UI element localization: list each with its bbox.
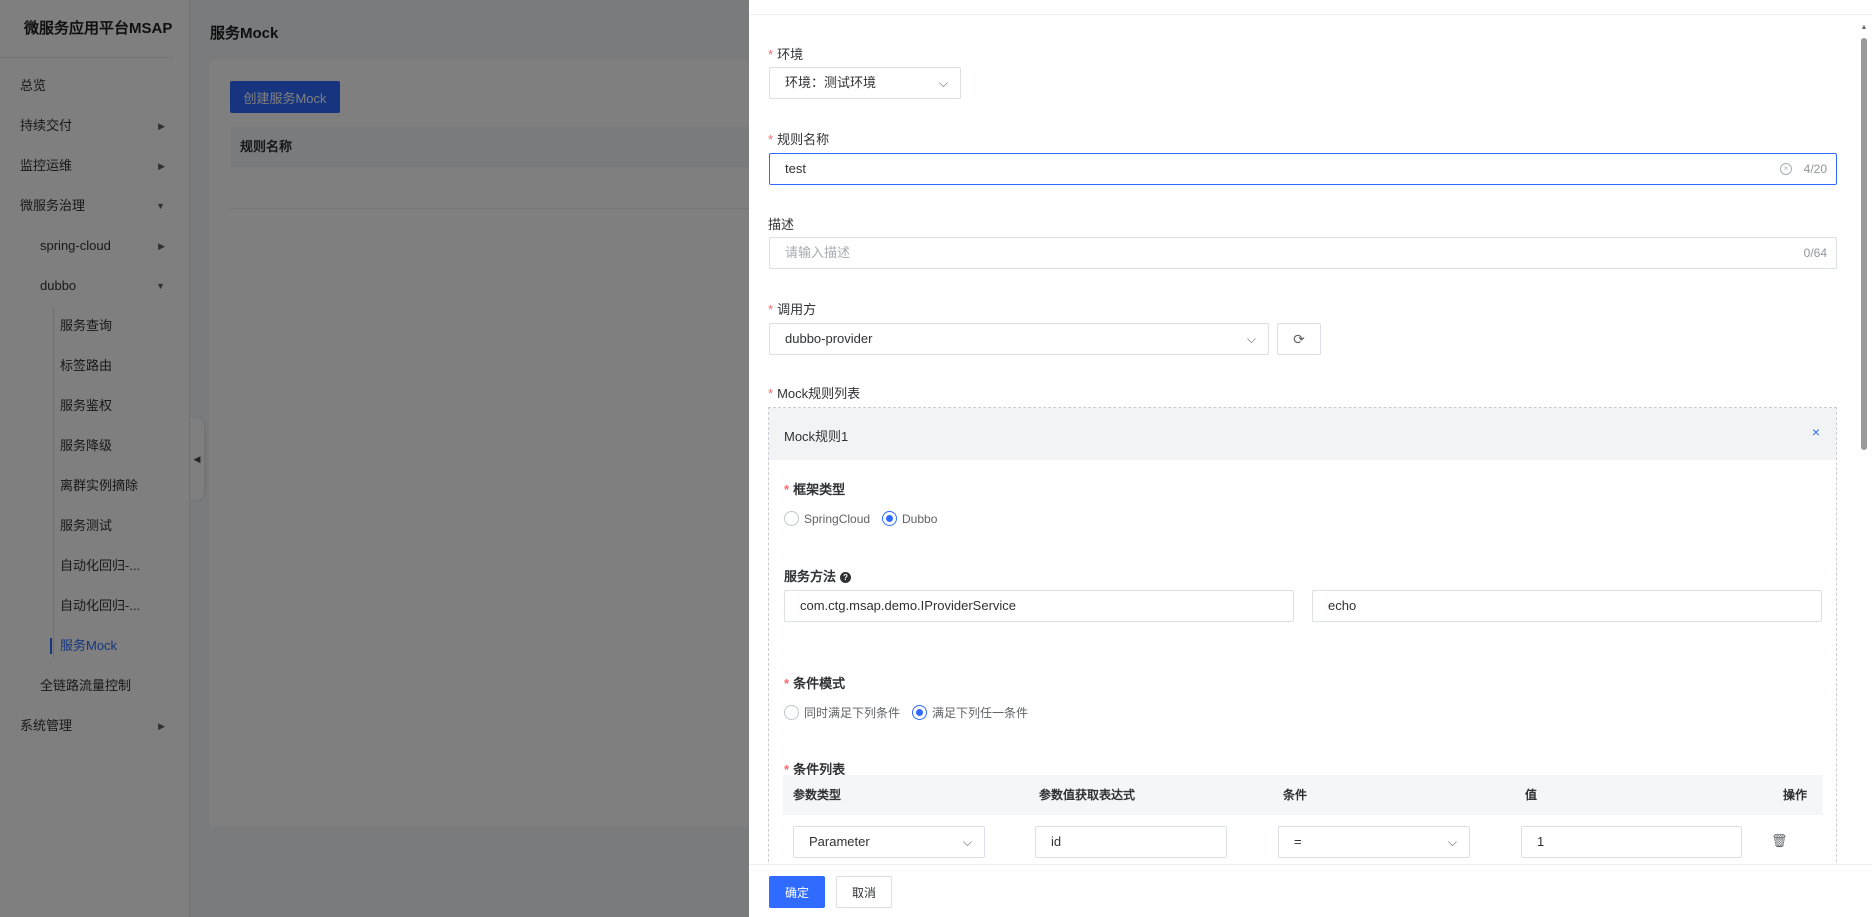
chevron-down-icon: ⌵ <box>938 76 948 90</box>
caller-select-value: dubbo-provider <box>785 331 873 346</box>
value-value: 1 <box>1537 834 1545 849</box>
scroll-up-icon[interactable]: ▲ <box>1860 24 1868 31</box>
mock-rule-title: Mock规则1 <box>784 429 849 444</box>
chevron-down-icon: ⌵ <box>1447 835 1457 849</box>
help-icon[interactable]: ? <box>840 572 852 583</box>
create-mock-drawer: * 环境 环境：测试环境 ⌵ * 规则名称 test × 4/20 描述 请输入描述… <box>749 0 1872 917</box>
caller-label: * 调用方 <box>768 302 817 317</box>
desc-label: 描述 <box>768 217 795 232</box>
env-label: * 环境 <box>768 47 804 62</box>
desc-input[interactable]: 请输入描述 0/64 <box>769 237 1837 269</box>
radio-any-condition[interactable]: 满足下列任一条件 <box>912 705 1028 721</box>
clear-icon[interactable]: × <box>1780 163 1792 175</box>
service-method-value: echo <box>1328 598 1357 613</box>
framework-label: * 框架类型 <box>784 482 846 497</box>
rule-name-input[interactable]: test × 4/20 <box>769 153 1837 185</box>
desc-counter: 0/64 <box>1803 246 1827 260</box>
radio-springcloud[interactable]: SpringCloud <box>784 511 870 527</box>
mock-list-label: * Mock规则列表 <box>768 386 861 401</box>
cond-table-header: 参数类型 参数值获取表达式 条件 值 操作 <box>783 775 1823 815</box>
param-type-select[interactable]: Parameter ⌵ <box>793 826 985 858</box>
refresh-button[interactable]: ⟳ <box>1277 323 1321 355</box>
mock-rule-header: Mock规则1 × <box>769 408 1836 460</box>
cond-mode-label: * 条件模式 <box>784 676 846 691</box>
service-method-label: 服务方法? <box>784 566 852 585</box>
close-icon[interactable]: × <box>1812 424 1820 440</box>
env-select-value: 环境：测试环境 <box>785 75 877 90</box>
service-interface-input[interactable]: com.ctg.msap.demo.IProviderService <box>784 590 1294 622</box>
drawer-scrollbar[interactable]: ▲ ▼ <box>1860 24 1868 872</box>
drawer-footer: 确定 取消 <box>749 864 1872 917</box>
env-select[interactable]: 环境：测试环境 ⌵ <box>769 67 961 99</box>
refresh-icon: ⟳ <box>1293 331 1305 347</box>
delete-icon[interactable]: 🗑 <box>1771 833 1788 849</box>
param-type-value: Parameter <box>809 834 870 849</box>
chevron-down-icon: ⌵ <box>962 835 972 849</box>
condition-value: = <box>1294 834 1302 849</box>
confirm-button[interactable]: 确定 <box>769 876 825 908</box>
column-header-value: 值 <box>1525 788 1538 802</box>
rule-name-value: test <box>785 161 806 176</box>
column-header-actions: 操作 <box>1783 788 1808 802</box>
service-interface-value: com.ctg.msap.demo.IProviderService <box>800 598 1017 613</box>
scrollbar-thumb[interactable] <box>1861 38 1867 450</box>
rule-name-counter: 4/20 <box>1803 162 1827 176</box>
caller-select[interactable]: dubbo-provider ⌵ <box>769 323 1269 355</box>
service-method-input[interactable]: echo <box>1312 590 1822 622</box>
expression-value: id <box>1051 834 1062 849</box>
column-header-condition: 条件 <box>1283 788 1308 802</box>
drawer-body: * 环境 环境：测试环境 ⌵ * 规则名称 test × 4/20 描述 请输入描述… <box>749 15 1857 864</box>
desc-placeholder: 请输入描述 <box>785 245 851 260</box>
condition-select[interactable]: = ⌵ <box>1278 826 1470 858</box>
expression-input[interactable]: id <box>1035 826 1227 858</box>
value-input[interactable]: 1 <box>1521 826 1742 858</box>
column-header-param-type: 参数类型 <box>793 788 842 802</box>
rule-name-label: * 规则名称 <box>768 132 830 147</box>
column-header-expression: 参数值获取表达式 <box>1039 788 1136 802</box>
cancel-button[interactable]: 取消 <box>836 876 892 908</box>
radio-all-conditions[interactable]: 同时满足下列条件 <box>784 705 900 721</box>
mock-rule-card: Mock规则1 × * 框架类型 SpringCloud Dubbo 服务方法? … <box>768 407 1837 864</box>
radio-dubbo[interactable]: Dubbo <box>882 511 937 527</box>
chevron-down-icon: ⌵ <box>1246 332 1256 346</box>
